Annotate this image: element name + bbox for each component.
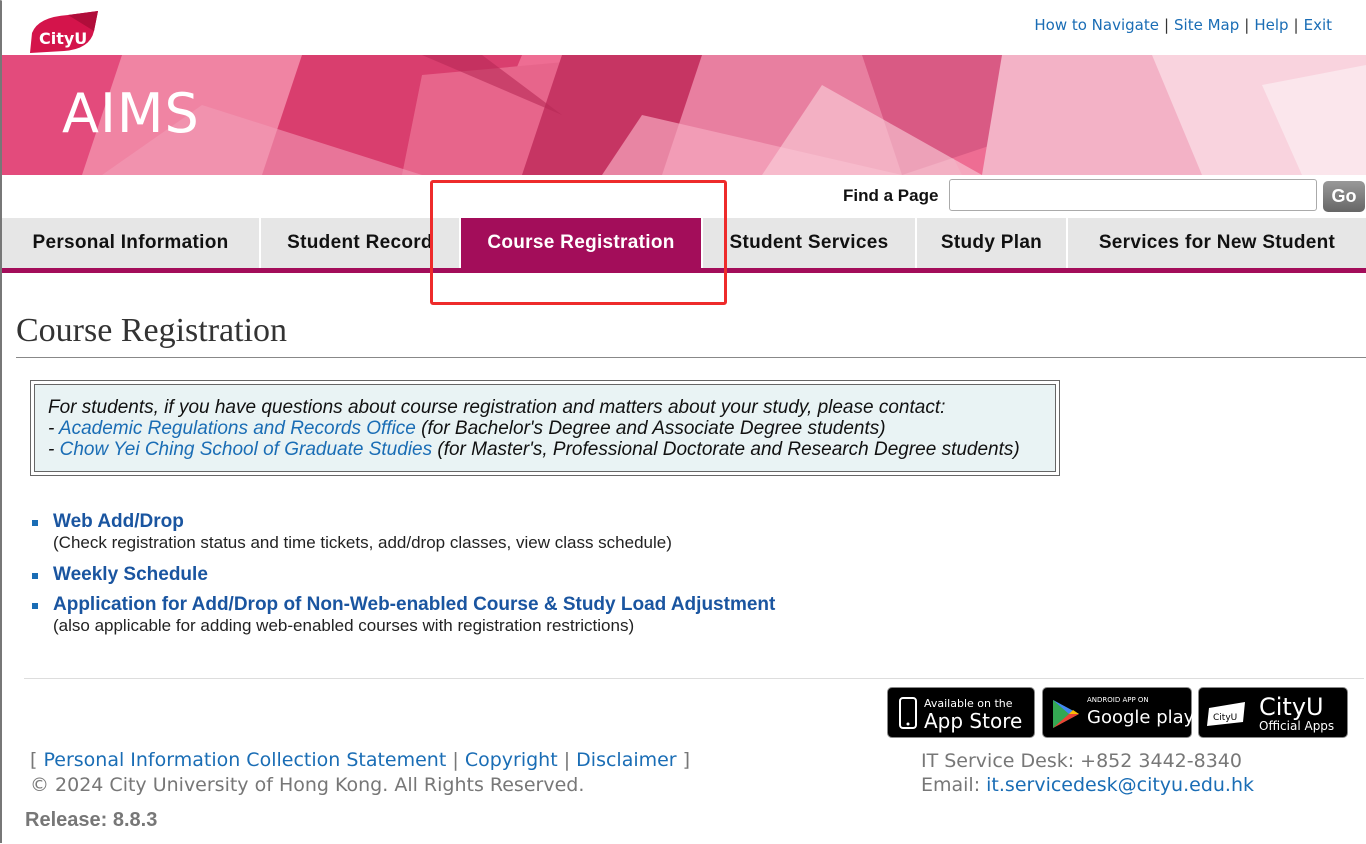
service-desk-email-row: Email: it.servicedesk@cityu.edu.hk xyxy=(921,773,1254,797)
tab-study-plan[interactable]: Study Plan xyxy=(917,218,1068,268)
banner-title: AIMS xyxy=(62,82,200,145)
banner-graphic xyxy=(2,55,1366,175)
google-big-text: Google play xyxy=(1087,707,1193,728)
cityu-app-icon-text: CityU xyxy=(1213,713,1237,723)
aims-banner: AIMS xyxy=(2,55,1366,175)
page-title: Course Registration xyxy=(16,312,288,349)
cityu-logo[interactable]: CityU xyxy=(28,11,100,53)
notice-dash: - xyxy=(48,439,60,460)
bracket: [ xyxy=(30,749,38,771)
app-store-big-text: App Store xyxy=(924,709,1022,733)
email-label: Email: xyxy=(921,774,987,796)
app-store-badge[interactable]: Available on the App Store xyxy=(887,687,1035,738)
contact-notice: For students, if you have questions abou… xyxy=(30,380,1060,476)
weekly-schedule-link[interactable]: Weekly Schedule xyxy=(53,564,208,585)
web-add-drop-link[interactable]: Web Add/Drop xyxy=(53,511,184,532)
go-button[interactable]: Go xyxy=(1323,181,1365,212)
list-item: Web Add/Drop (Check registration status … xyxy=(30,511,775,564)
site-map-link[interactable]: Site Map xyxy=(1174,16,1239,34)
highlight-annotation xyxy=(430,180,727,305)
logo-text: CityU xyxy=(39,29,87,48)
non-web-add-drop-link[interactable]: Application for Add/Drop of Non-Web-enab… xyxy=(53,594,775,615)
separator: | xyxy=(1244,16,1250,34)
exit-link[interactable]: Exit xyxy=(1304,16,1332,34)
tab-services-for-new-student[interactable]: Services for New Student xyxy=(1068,218,1366,268)
disclaimer-link[interactable]: Disclaimer xyxy=(576,749,676,771)
tab-personal-information[interactable]: Personal Information xyxy=(2,218,261,268)
list-item: Weekly Schedule xyxy=(30,564,775,594)
top-links: How to Navigate | Site Map | Help | Exit xyxy=(1034,16,1332,34)
help-link[interactable]: Help xyxy=(1254,16,1288,34)
graduate-school-link[interactable]: Chow Yei Ching School of Graduate Studie… xyxy=(60,439,433,460)
footer-links: [ Personal Information Collection Statem… xyxy=(30,749,690,771)
separator: | xyxy=(563,749,571,771)
separator: | xyxy=(452,749,459,771)
cityu-big-text: CityU xyxy=(1259,693,1324,721)
separator: | xyxy=(1293,16,1299,34)
service-desk-phone: IT Service Desk: +852 3442-8340 xyxy=(921,750,1242,772)
list-item: Application for Add/Drop of Non-Web-enab… xyxy=(30,594,775,635)
notice-intro: For students, if you have questions abou… xyxy=(48,397,946,418)
web-add-drop-desc: (Check registration status and time tick… xyxy=(53,533,672,552)
google-play-badge[interactable]: ANDROID APP ON Google play xyxy=(1042,687,1195,738)
it-service-desk: IT Service Desk: +852 3442-8340 Email: i… xyxy=(921,749,1254,797)
footer-divider xyxy=(24,678,1364,679)
notice-line-2-text: (for Master's, Professional Doctorate an… xyxy=(432,439,1020,460)
bracket: ] xyxy=(682,749,691,771)
find-page-label: Find a Page xyxy=(843,186,939,205)
copyright-link[interactable]: Copyright xyxy=(465,749,558,771)
arro-link[interactable]: Academic Regulations and Records Office xyxy=(59,418,416,439)
bullet-icon xyxy=(32,603,38,609)
service-desk-email-link[interactable]: it.servicedesk@cityu.edu.hk xyxy=(986,774,1254,796)
notice-line-1-text: (for Bachelor's Degree and Associate Deg… xyxy=(415,418,886,439)
cityu-apps-badge[interactable]: CityU CityU Official Apps xyxy=(1198,687,1348,738)
title-divider xyxy=(16,357,1366,358)
notice-dash: - xyxy=(48,418,59,439)
find-page-input[interactable] xyxy=(949,179,1317,211)
pics-link[interactable]: Personal Information Collection Statemen… xyxy=(43,749,446,771)
contact-notice-body: For students, if you have questions abou… xyxy=(34,384,1056,472)
tab-student-services[interactable]: Student Services xyxy=(703,218,917,268)
cityu-small-text: Official Apps xyxy=(1259,719,1334,733)
separator: | xyxy=(1163,16,1170,34)
notice-line-1: - Academic Regulations and Records Offic… xyxy=(48,418,1055,439)
notice-line-2: - Chow Yei Ching School of Graduate Stud… xyxy=(48,439,1055,460)
bullet-icon xyxy=(32,520,38,526)
top-bar: CityU How to Navigate | Site Map | Help | Exit xyxy=(2,0,1366,55)
registration-links: Web Add/Drop (Check registration status … xyxy=(30,511,775,635)
non-web-add-drop-desc: (also applicable for adding web-enabled … xyxy=(53,616,635,635)
copyright-text: © 2024 City University of Hong Kong. All… xyxy=(30,774,585,796)
bullet-icon xyxy=(32,573,38,579)
release-version: Release: 8.8.3 xyxy=(25,809,158,831)
how-to-navigate-link[interactable]: How to Navigate xyxy=(1034,16,1159,34)
google-small-text: ANDROID APP ON xyxy=(1087,696,1149,704)
